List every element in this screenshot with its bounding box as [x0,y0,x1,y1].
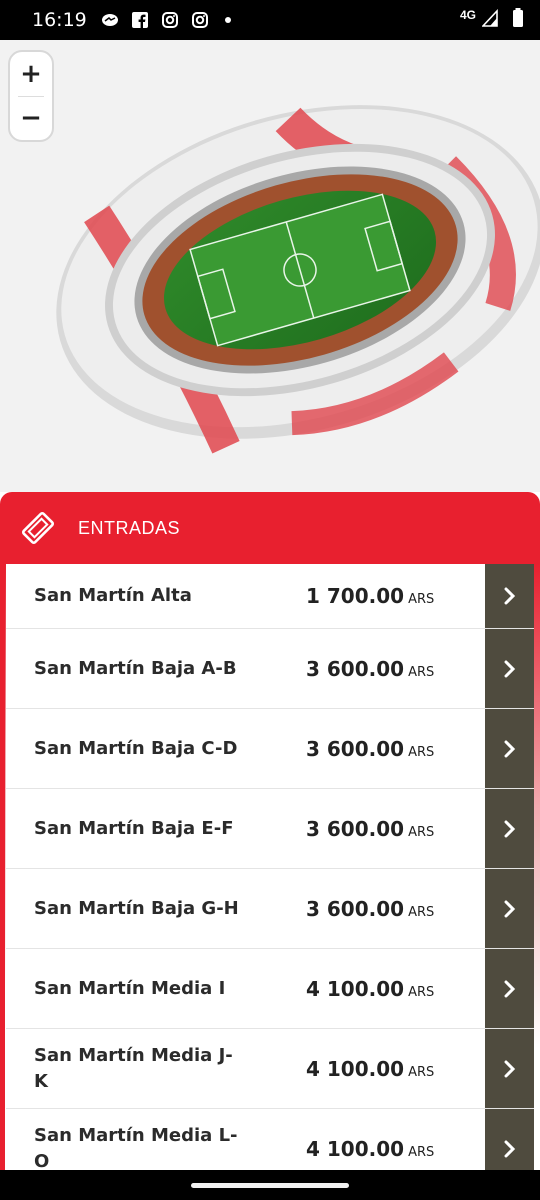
status-bar: 16:19 4G [0,0,540,40]
price-amount: 3 600.00 [306,736,405,761]
stadium-map[interactable]: + − [0,40,540,492]
price-amount: 3 600.00 [306,816,405,841]
zoom-out-button[interactable]: − [10,97,52,141]
price-currency: ARS [408,592,435,607]
chevron-right-icon [504,820,515,837]
ticket-price: 4 100.00 ARS [306,1057,434,1081]
ticket-sector-name: San Martín Media I [34,977,226,999]
ticket-row[interactable]: San Martín Baja E-F 3 600.00 ARS [6,789,534,869]
ticket-price: 1 700.00 ARS [306,584,434,608]
chevron-right-icon [504,740,515,757]
price-amount: 1 700.00 [306,584,405,608]
stadium-illustration [56,105,540,454]
price-amount: 3 600.00 [306,896,405,921]
price-currency: ARS [408,664,435,680]
instagram-icon [161,11,179,29]
chevron-right-icon [504,1140,515,1157]
tickets-panel-header: ENTRADAS [0,492,540,564]
ticket-list[interactable]: San Martín Alta 1 700.00 ARS San Martín B… [0,564,540,1170]
zoom-in-button[interactable]: + [10,52,52,96]
ticket-icon [16,506,60,550]
ticket-row[interactable]: San Martín Media I 4 100.00 ARS [6,949,534,1029]
ticket-sector-name: San Martín Baja G-H [34,897,239,919]
select-ticket-button[interactable] [485,629,534,708]
ticket-row[interactable]: San Martín Baja G-H 3 600.00 ARS [6,869,534,949]
chevron-right-icon [504,1060,515,1077]
panel-title: ENTRADAS [78,517,181,538]
messenger-icon [101,11,119,29]
chevron-right-icon [504,900,515,917]
ticket-price: 3 600.00 ARS [306,817,434,841]
price-amount: 4 100.00 [306,1056,405,1081]
select-ticket-button[interactable] [485,869,534,948]
battery-icon [512,7,524,33]
instagram-icon [191,11,209,29]
ticket-price: 3 600.00 ARS [306,737,434,761]
chevron-right-icon [504,660,515,677]
ticket-list-inner: San Martín Alta 1 700.00 ARS San Martín B… [6,564,534,1170]
price-amount: 4 100.00 [306,976,405,1001]
price-currency: ARS [408,744,435,760]
select-ticket-button[interactable] [485,789,534,868]
price-currency: ARS [408,904,435,920]
ticket-sector-name: San Martín Media J-K [34,1044,233,1092]
ticket-price: 4 100.00 ARS [306,977,434,1001]
price-currency: ARS [408,984,435,1000]
chevron-right-icon [504,980,515,997]
list-edge-decoration [534,564,540,1170]
ticket-row[interactable]: San Martín Media L-O 4 100.00 ARS [6,1109,534,1170]
chevron-right-icon [504,587,515,605]
status-time: 16:19 [32,9,87,31]
price-currency: ARS [408,1144,435,1160]
ticket-price: 3 600.00 ARS [306,657,434,681]
select-ticket-button[interactable] [485,1109,534,1170]
price-amount: 3 600.00 [306,656,405,681]
home-gesture-handle[interactable] [191,1182,349,1188]
ticket-row[interactable]: San Martín Media J-K 4 100.00 ARS [6,1029,534,1109]
select-ticket-button[interactable] [485,1029,534,1108]
ticket-row[interactable]: San Martín Baja C-D 3 600.00 ARS [6,709,534,789]
signal-icon [481,8,498,32]
ticket-sector-name: San Martín Media L-O [34,1124,238,1171]
ticket-row[interactable]: San Martín Alta 1 700.00 ARS [6,564,534,629]
ticket-sector-name: San Martín Alta [34,585,192,606]
ticket-row[interactable]: San Martín Baja A-B 3 600.00 ARS [6,629,534,709]
navigation-bar [0,1170,540,1200]
network-type: 4G [459,8,476,22]
ticket-price: 4 100.00 ARS [306,1137,434,1161]
price-currency: ARS [408,824,435,840]
ticket-price: 3 600.00 ARS [306,897,434,921]
ticket-sector-name: San Martín Baja C-D [34,737,238,759]
select-ticket-button[interactable] [485,709,534,788]
price-amount: 4 100.00 [306,1136,405,1161]
facebook-icon [131,11,149,29]
notification-dot-icon [224,17,231,23]
status-right: 4G [459,7,524,33]
zoom-control: + − [8,50,54,142]
select-ticket-button[interactable] [485,949,534,1028]
ticket-sector-name: San Martín Baja E-F [34,817,234,839]
select-ticket-button[interactable] [485,564,534,628]
price-currency: ARS [408,1064,435,1080]
ticket-sector-name: San Martín Baja A-B [34,657,237,679]
